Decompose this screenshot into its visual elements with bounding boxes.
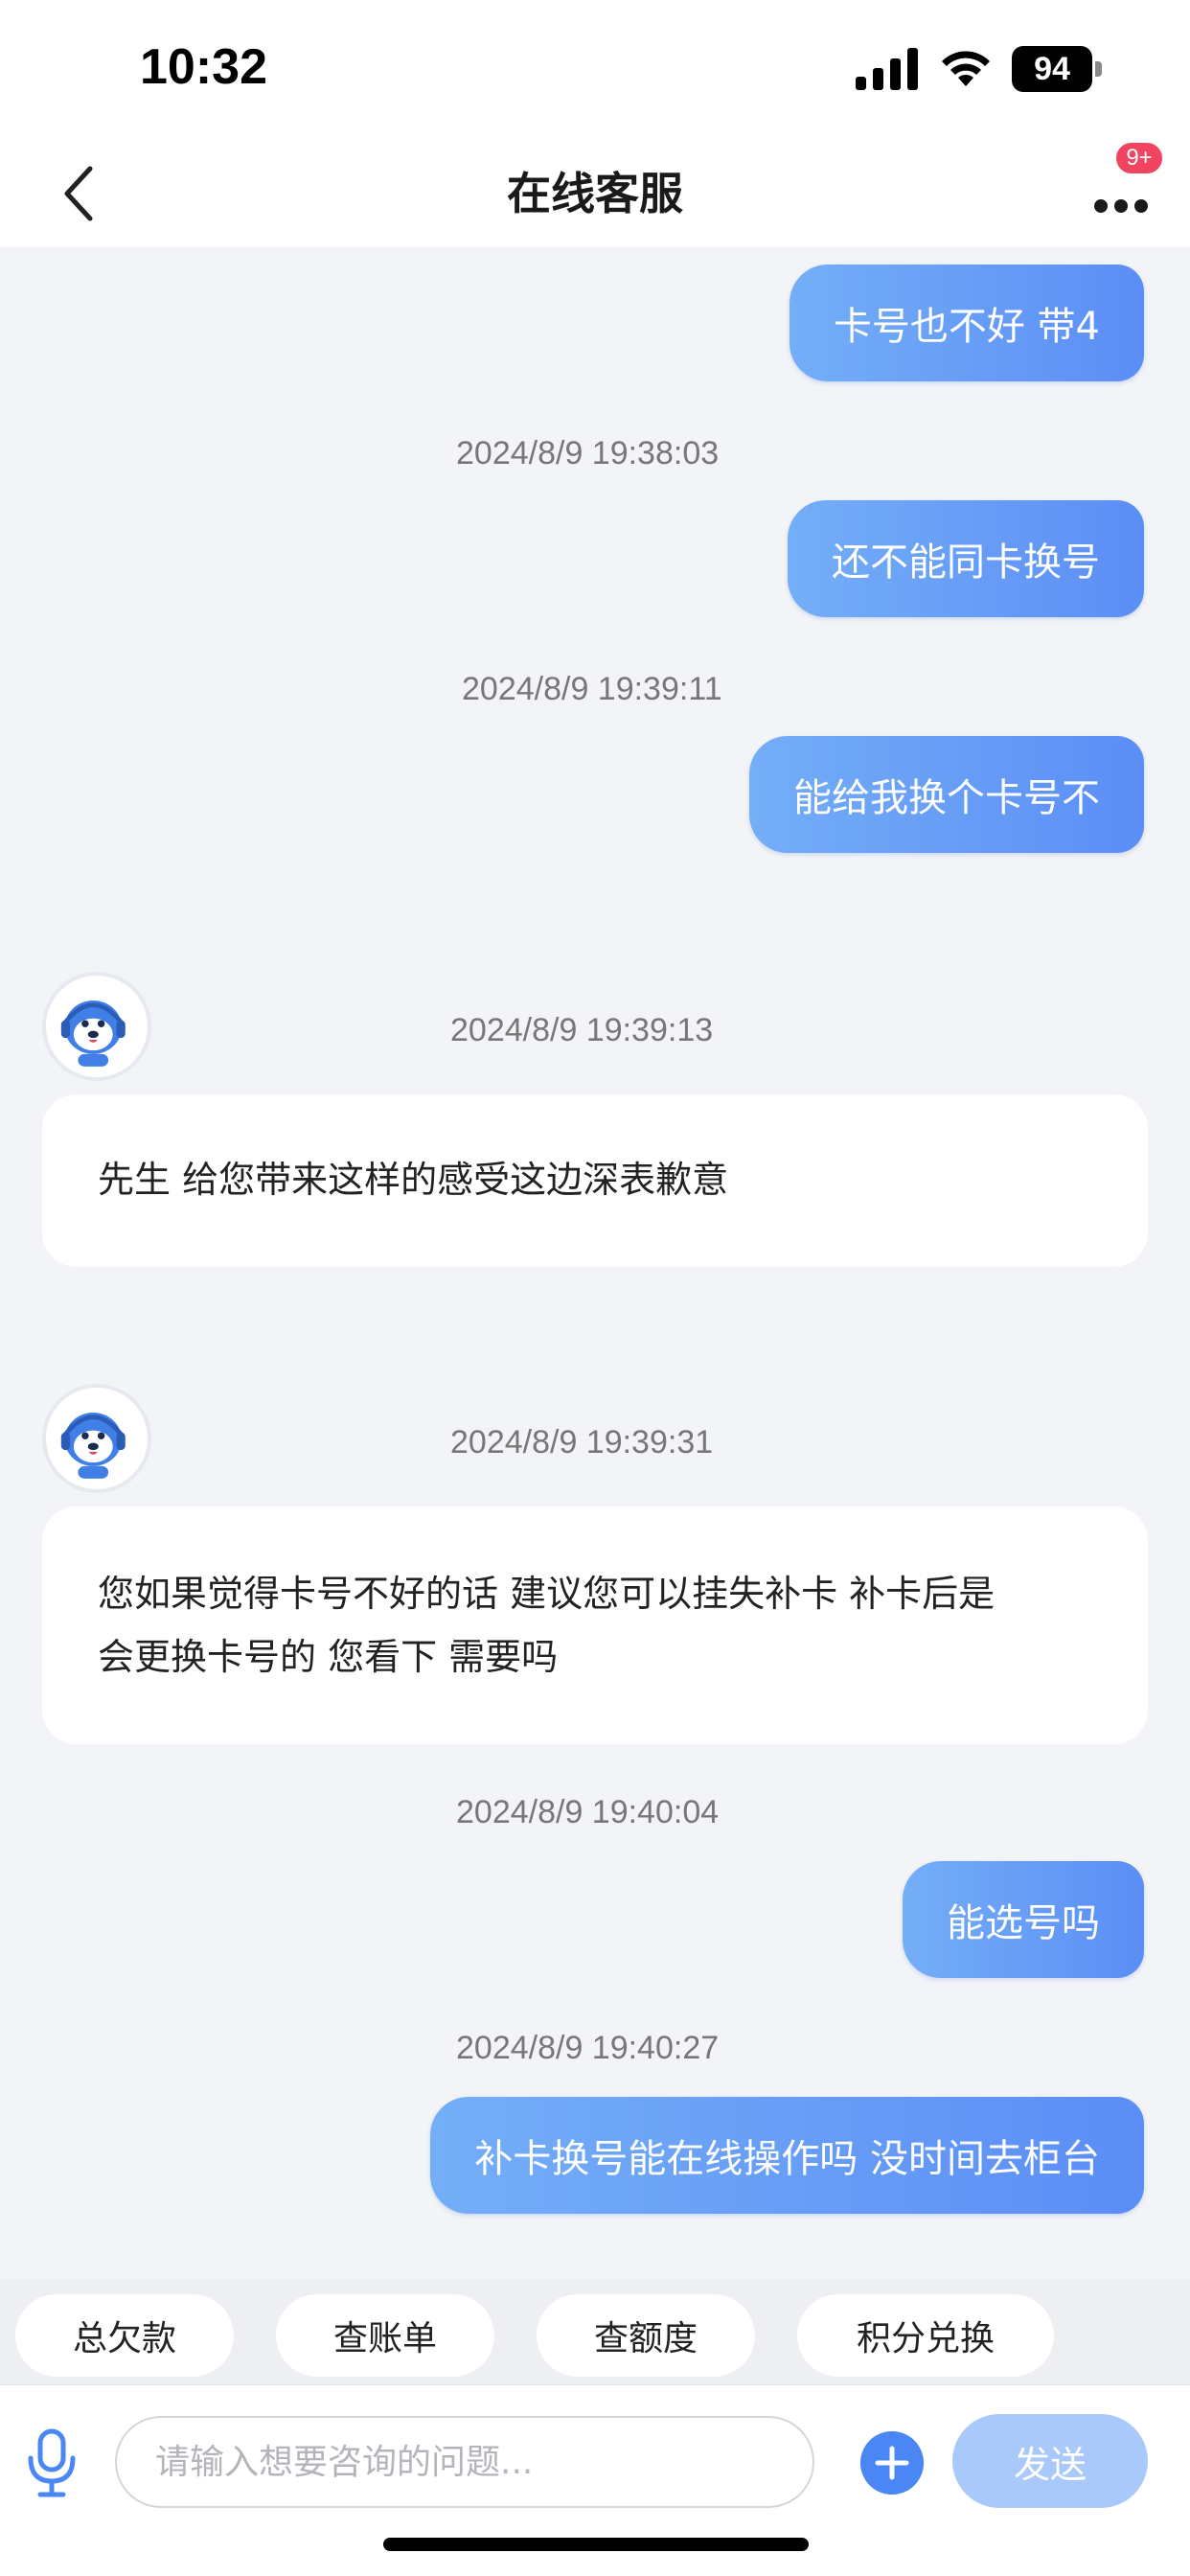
send-button[interactable]: 发送 — [952, 2414, 1148, 2508]
quick-reply-check-limit[interactable]: 查额度 — [537, 2294, 755, 2377]
agent-avatar — [42, 1384, 151, 1493]
quick-reply-points-exchange[interactable]: 积分兑换 — [797, 2294, 1054, 2377]
home-indicator — [383, 2538, 809, 2551]
battery-cap — [1095, 61, 1102, 77]
notification-badge: 9+ — [1113, 140, 1165, 176]
status-bar: 10:32 94 — [0, 0, 1190, 142]
message-input[interactable] — [115, 2416, 814, 2508]
user-message: 能给我换个卡号不 — [749, 736, 1144, 853]
agent-avatar — [42, 972, 151, 1081]
quick-reply-total-debt[interactable]: 总欠款 — [15, 2294, 234, 2377]
quick-reply-bar: 总欠款 查账单 查额度 积分兑换 — [0, 2279, 1190, 2384]
user-message: 能选号吗 — [903, 1861, 1144, 1978]
message-timestamp: 2024/8/9 19:39:31 — [450, 1424, 714, 1460]
agent-message-line: 会更换卡号的 您看下 需要吗 — [98, 1636, 559, 1678]
more-dot — [1134, 199, 1148, 213]
battery-icon: 94 — [1012, 46, 1102, 92]
user-message: 补卡换号能在线操作吗 没时间去柜台 — [430, 2097, 1144, 2214]
user-message: 还不能同卡换号 — [788, 500, 1144, 617]
message-timestamp: 2024/8/9 19:40:04 — [456, 1794, 720, 1830]
microphone-icon[interactable] — [25, 2427, 79, 2500]
message-timestamp: 2024/8/9 19:38:03 — [456, 435, 720, 472]
more-dot — [1094, 199, 1108, 213]
robot-mascot-icon — [46, 1388, 141, 1483]
battery-level: 94 — [1012, 46, 1092, 92]
agent-message: 先生 给您带来这样的感受这边深表歉意 — [42, 1094, 1148, 1267]
message-timestamp: 2024/8/9 19:39:13 — [450, 1012, 714, 1048]
message-timestamp: 2024/8/9 19:40:27 — [456, 2030, 720, 2066]
quick-reply-check-bill[interactable]: 查账单 — [276, 2294, 494, 2377]
wifi-icon — [942, 51, 990, 86]
agent-message: 您如果觉得卡号不好的话 建议您可以挂失补卡 补卡后是 会更换卡号的 您看下 需要… — [42, 1506, 1148, 1744]
user-message: 卡号也不好 带4 — [789, 264, 1144, 381]
robot-mascot-icon — [46, 976, 141, 1070]
page-title: 在线客服 — [507, 168, 683, 219]
more-dot — [1114, 199, 1128, 213]
agent-message-text: 先生 给您带来这样的感受这边深表歉意 — [98, 1159, 729, 1201]
signal-icon — [856, 48, 918, 90]
status-time: 10:32 — [140, 39, 267, 95]
message-timestamp: 2024/8/9 19:39:11 — [462, 671, 722, 707]
nav-header: 在线客服 9+ — [0, 140, 1190, 247]
chat-message-list[interactable]: 卡号也不好 带4 2024/8/9 19:38:03 还不能同卡换号 2024/… — [0, 247, 1190, 2279]
plus-icon[interactable] — [860, 2431, 924, 2495]
agent-message-line: 您如果觉得卡号不好的话 建议您可以挂失补卡 补卡后是 — [98, 1573, 995, 1615]
